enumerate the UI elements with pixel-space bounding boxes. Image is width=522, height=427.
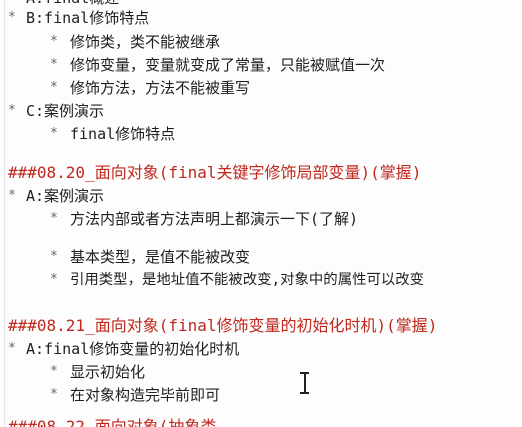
list-item: 在对象构造完毕前即可 [70, 386, 221, 404]
list-item: 引用类型，是地址值不能被改变,对象中的属性可以改变 [70, 272, 425, 288]
list-item: 修饰类，类不能被继承 [70, 33, 221, 51]
indent-guide [4, 0, 5, 427]
list-item: final修饰特点 [70, 125, 176, 143]
bullet-icon: * [50, 387, 58, 402]
bullet-icon: * [50, 80, 58, 95]
bullet-icon: * [50, 126, 58, 141]
markdown-editor[interactable]: A:final概述 * B:final修饰特点 * 修饰类，类不能被继承 * 修… [0, 0, 522, 427]
section-label: C:案例演示 [26, 102, 105, 120]
heading-0820: ###08.20_面向对象(final关键字修饰局部变量)(掌握) [8, 163, 422, 182]
bullet-icon: * [50, 57, 58, 72]
ibeam-cursor-icon [300, 372, 309, 394]
bullet-icon: * [8, 10, 16, 25]
bullet-icon: * [50, 272, 58, 287]
bullet-icon: * [8, 341, 16, 356]
list-item: 修饰变量，变量就变成了常量，只能被赋值一次 [70, 56, 386, 74]
bullet-icon: * [8, 188, 16, 203]
bullet-icon: * [50, 249, 58, 264]
heading-0821: ###08.21_面向对象(final修饰变量的初始化时机)(掌握) [8, 316, 438, 335]
bullet-icon: * [50, 34, 58, 49]
list-item: 显示初始化 [70, 363, 146, 381]
bullet-icon: * [50, 364, 58, 379]
top-partial-line: A:final概述 [26, 0, 119, 8]
bullet-icon: * [50, 211, 58, 226]
list-item: 方法内部或者方法声明上都演示一下(了解) [70, 210, 359, 228]
section-label: B:final修饰特点 [26, 9, 150, 27]
bottom-partial-line: ###08.22_面向对象(抽象类 [8, 417, 217, 427]
bullet-icon: * [8, 103, 16, 118]
section-label: A:案例演示 [26, 187, 105, 205]
list-item: 修饰方法，方法不能被重写 [70, 79, 251, 97]
list-item: 基本类型，是值不能被改变 [70, 248, 251, 266]
section-label: A:final修饰变量的初始化时机 [26, 340, 240, 358]
